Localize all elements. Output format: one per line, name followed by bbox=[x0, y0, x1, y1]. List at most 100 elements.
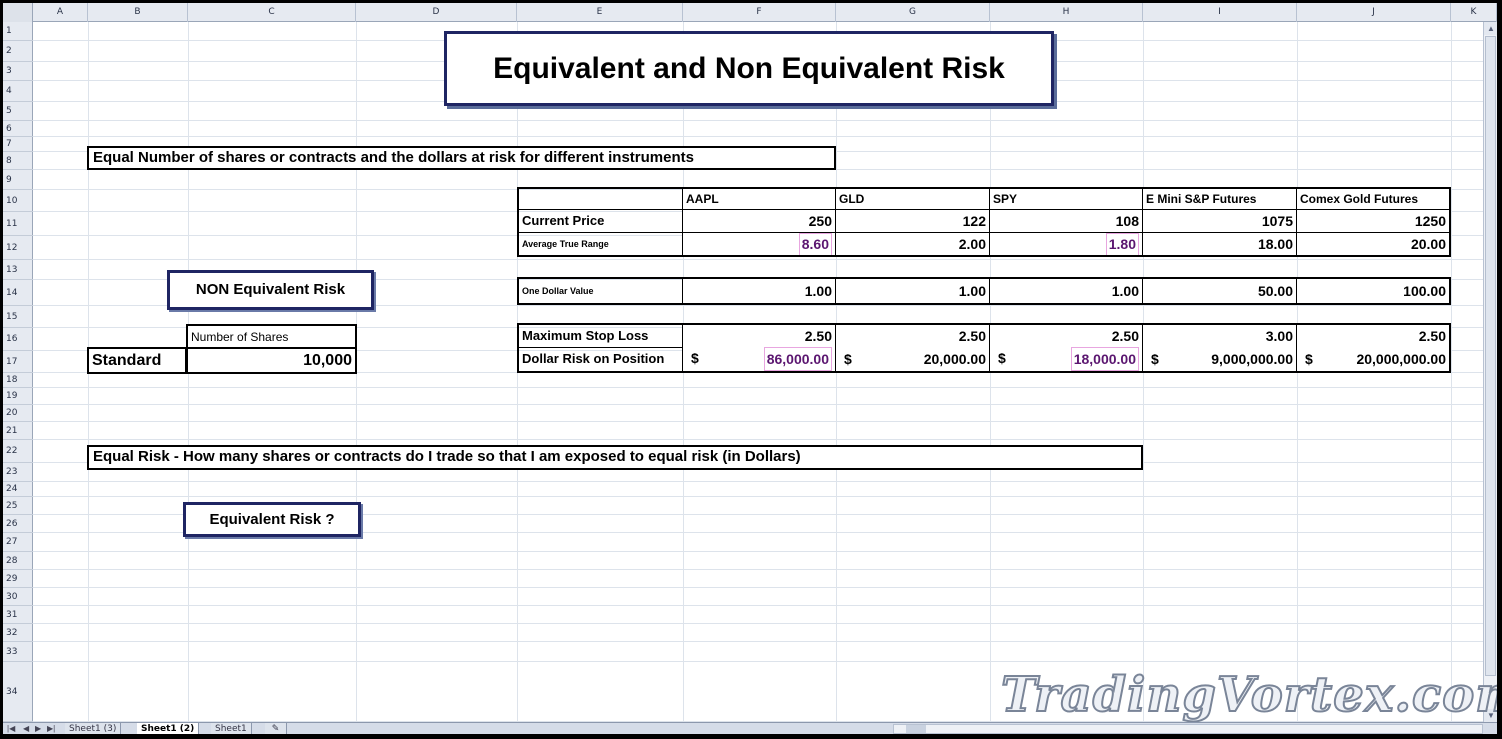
row-header[interactable]: 6 bbox=[3, 121, 33, 137]
shares-row-label[interactable]: Standard bbox=[87, 347, 187, 374]
atr-emini[interactable]: 18.00 bbox=[1143, 233, 1297, 257]
column-header-c[interactable]: C bbox=[188, 3, 356, 22]
instrument-header-spy[interactable]: SPY bbox=[990, 189, 1143, 210]
row-header[interactable]: 3 bbox=[3, 62, 33, 81]
row-header[interactable]: 21 bbox=[3, 422, 33, 440]
dollar-risk-emini[interactable]: $9,000,000.00 bbox=[1143, 347, 1297, 373]
instrument-header-emini[interactable]: E Mini S&P Futures bbox=[1143, 189, 1297, 210]
row-label-max-stop[interactable]: Maximum Stop Loss bbox=[517, 325, 683, 348]
horizontal-scroll-thumb[interactable] bbox=[906, 725, 926, 733]
row-header[interactable]: 17 bbox=[3, 351, 33, 373]
scroll-up-icon[interactable]: ▲ bbox=[1484, 22, 1497, 35]
column-header-j[interactable]: J bbox=[1297, 3, 1451, 22]
tab-sheet1-2[interactable]: Sheet1 (2) bbox=[137, 723, 200, 734]
column-header-g[interactable]: G bbox=[836, 3, 990, 22]
row-header[interactable]: 14 bbox=[3, 280, 33, 306]
column-header-i[interactable]: I bbox=[1143, 3, 1297, 22]
current-price-comex[interactable]: 1250 bbox=[1297, 210, 1451, 233]
row-header[interactable]: 26 bbox=[3, 515, 33, 533]
atr-spy[interactable]: 1.80 bbox=[990, 233, 1143, 257]
row-header[interactable]: 8 bbox=[3, 152, 33, 170]
column-header-e[interactable]: E bbox=[517, 3, 683, 22]
row-header[interactable]: 18 bbox=[3, 373, 33, 388]
row-header[interactable]: 12 bbox=[3, 236, 33, 260]
row-label-atr[interactable]: Average True Range bbox=[517, 233, 683, 257]
row-header[interactable]: 13 bbox=[3, 260, 33, 280]
prev-sheet-icon[interactable]: ◀ bbox=[23, 723, 29, 734]
watermark-logo: TradingVortex.com bbox=[1000, 666, 1497, 724]
row-header[interactable]: 15 bbox=[3, 306, 33, 328]
row-header[interactable]: 9 bbox=[3, 170, 33, 190]
column-header-k[interactable]: K bbox=[1451, 3, 1497, 22]
row-header[interactable]: 32 bbox=[3, 624, 33, 642]
atr-comex[interactable]: 20.00 bbox=[1297, 233, 1451, 257]
dollar-risk-aapl[interactable]: $86,000.00 bbox=[683, 347, 836, 373]
row-header[interactable]: 27 bbox=[3, 533, 33, 552]
row-header[interactable]: 31 bbox=[3, 606, 33, 624]
max-stop-emini[interactable]: 3.00 bbox=[1143, 325, 1297, 348]
dollar-risk-gld[interactable]: $20,000.00 bbox=[836, 347, 990, 373]
row-header[interactable]: 11 bbox=[3, 212, 33, 236]
row-header[interactable]: 25 bbox=[3, 497, 33, 515]
row-header[interactable]: 20 bbox=[3, 405, 33, 422]
row-header[interactable]: 16 bbox=[3, 328, 33, 351]
row-header[interactable]: 23 bbox=[3, 463, 33, 482]
row-label-current-price[interactable]: Current Price bbox=[517, 210, 683, 233]
one-dollar-gld[interactable]: 1.00 bbox=[836, 279, 990, 305]
dollar-risk-spy[interactable]: $18,000.00 bbox=[990, 347, 1143, 373]
max-stop-aapl[interactable]: 2.50 bbox=[683, 325, 836, 348]
row-header[interactable]: 2 bbox=[3, 41, 33, 62]
row-header[interactable]: 1 bbox=[3, 22, 33, 41]
row-label-one-dollar[interactable]: One Dollar Value bbox=[517, 279, 683, 305]
current-price-emini[interactable]: 1075 bbox=[1143, 210, 1297, 233]
row-header[interactable]: 34 bbox=[3, 662, 33, 722]
dollar-risk-comex[interactable]: $20,000,000.00 bbox=[1297, 347, 1451, 373]
instrument-header-gld[interactable]: GLD bbox=[836, 189, 990, 210]
first-sheet-icon[interactable]: |◀ bbox=[7, 723, 15, 734]
column-header-f[interactable]: F bbox=[683, 3, 836, 22]
current-price-gld[interactable]: 122 bbox=[836, 210, 990, 233]
next-sheet-icon[interactable]: ▶ bbox=[35, 723, 41, 734]
row-header[interactable]: 30 bbox=[3, 588, 33, 606]
column-header-b[interactable]: B bbox=[88, 3, 188, 22]
max-stop-spy[interactable]: 2.50 bbox=[990, 325, 1143, 348]
row-header[interactable]: 5 bbox=[3, 102, 33, 121]
row-label-dollar-risk[interactable]: Dollar Risk on Position bbox=[517, 347, 683, 373]
insert-sheet-icon[interactable]: ✎ bbox=[265, 723, 287, 734]
instrument-header-comex[interactable]: Comex Gold Futures bbox=[1297, 189, 1451, 210]
shares-header[interactable]: Number of Shares bbox=[186, 324, 357, 348]
row-header[interactable]: 7 bbox=[3, 137, 33, 152]
current-price-aapl[interactable]: 250 bbox=[683, 210, 836, 233]
instrument-header-aapl[interactable]: AAPL bbox=[683, 189, 836, 210]
header-blank-cell[interactable] bbox=[517, 189, 683, 210]
max-stop-gld[interactable]: 2.50 bbox=[836, 325, 990, 348]
column-header-a[interactable]: A bbox=[33, 3, 88, 22]
table-row: Maximum Stop Loss 2.50 2.50 2.50 3.00 2.… bbox=[517, 323, 1451, 348]
last-sheet-icon[interactable]: ▶| bbox=[47, 723, 55, 734]
row-header[interactable]: 24 bbox=[3, 482, 33, 497]
row-header[interactable]: 33 bbox=[3, 642, 33, 662]
shares-value[interactable]: 10,000 bbox=[186, 347, 357, 374]
row-header[interactable]: 19 bbox=[3, 388, 33, 405]
row-header[interactable]: 29 bbox=[3, 570, 33, 588]
row-header[interactable]: 22 bbox=[3, 440, 33, 463]
one-dollar-emini[interactable]: 50.00 bbox=[1143, 279, 1297, 305]
one-dollar-spy[interactable]: 1.00 bbox=[990, 279, 1143, 305]
vertical-scroll-thumb[interactable] bbox=[1485, 36, 1496, 676]
row-header[interactable]: 28 bbox=[3, 552, 33, 570]
vertical-scrollbar[interactable]: ▲ ▼ bbox=[1483, 22, 1497, 722]
atr-gld[interactable]: 2.00 bbox=[836, 233, 990, 257]
max-stop-comex[interactable]: 2.50 bbox=[1297, 325, 1451, 348]
row-header[interactable]: 10 bbox=[3, 190, 33, 212]
atr-aapl[interactable]: 8.60 bbox=[683, 233, 836, 257]
column-header-h[interactable]: H bbox=[990, 3, 1143, 22]
horizontal-scrollbar[interactable] bbox=[893, 724, 1483, 734]
row-header[interactable]: 4 bbox=[3, 81, 33, 102]
select-all-corner[interactable] bbox=[3, 3, 33, 22]
one-dollar-aapl[interactable]: 1.00 bbox=[683, 279, 836, 305]
current-price-spy[interactable]: 108 bbox=[990, 210, 1143, 233]
one-dollar-comex[interactable]: 100.00 bbox=[1297, 279, 1451, 305]
column-header-d[interactable]: D bbox=[356, 3, 517, 22]
tab-sheet1-3[interactable]: Sheet1 (3) bbox=[65, 723, 122, 734]
tab-sheet1[interactable]: Sheet1 bbox=[211, 723, 252, 734]
